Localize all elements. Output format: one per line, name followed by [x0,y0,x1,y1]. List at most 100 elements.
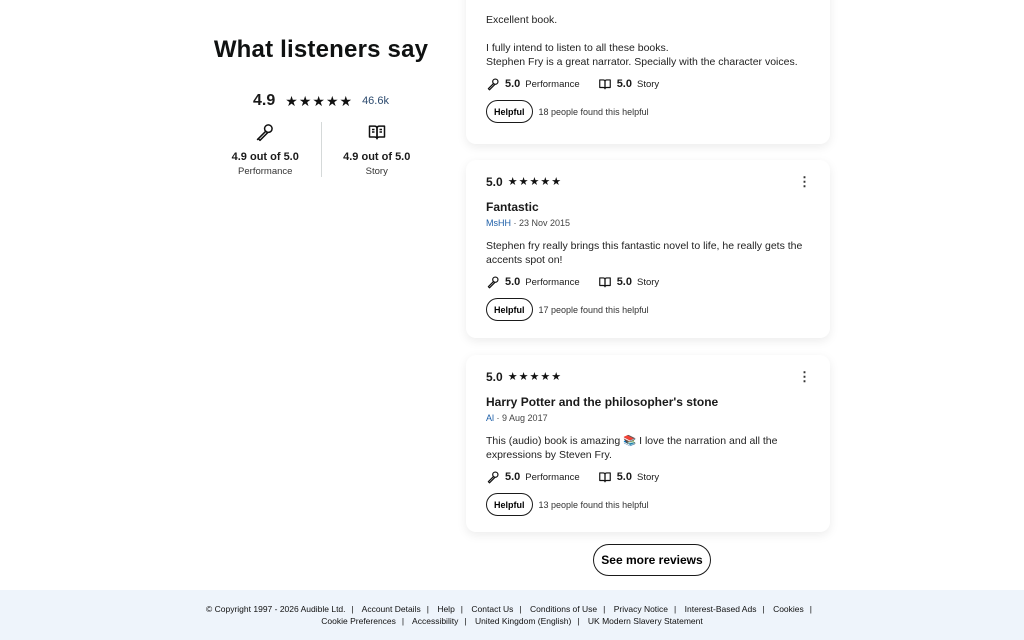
separator: | [464,616,467,626]
review-meta: MsHH · 23 Nov 2015 [486,218,810,228]
story-summary: 4.9 out of 5.0 Story [320,122,433,177]
book-icon [598,472,611,483]
section-heading: What listeners say [213,36,429,63]
review-body: Stephen fry really brings this fantastic… [486,239,810,267]
performance-label: Performance [525,471,580,483]
review-text-line: Stephen fry really brings this fantastic… [486,240,803,252]
performance-label: Performance [525,78,580,90]
helpful-count: 13 people found this helpful [538,499,649,510]
star-icon: ★ [507,175,518,188]
footer-link-cookies[interactable]: Cookies [773,604,804,614]
star-icon: ★ [518,175,529,188]
star-icon: ★ [339,93,353,109]
separator: | [426,604,429,614]
book-icon [322,122,433,147]
footer-link-accessibility[interactable]: Accessibility [412,616,458,626]
review-body: This (audio) book is amazing 📚 I love th… [486,434,810,462]
review-text-line: expressions by Steven Fry. [486,449,612,461]
review-date: · 9 Aug 2017 [496,413,548,423]
performance-summary: 4.9 out of 5.0 Performance [210,122,321,177]
review-stars: ★ ★ ★ ★ ★ [507,175,562,188]
review-rating: 5.0 ★ ★ ★ ★ ★ [486,175,561,189]
helpful-button[interactable]: Helpful [486,493,533,516]
more-options-icon[interactable]: ⋮ [798,174,811,190]
review-text-line: This (audio) book is amazing 📚 I love th… [486,435,778,447]
footer-link-cookie-preferences[interactable]: Cookie Preferences [321,616,396,626]
review-text-line: Stephen Fry is a great narrator. Special… [486,56,798,68]
star-icon: ★ [507,370,518,383]
helpful-button[interactable]: Helpful [486,298,533,321]
review-header: 5.0 ★ ★ ★ ★ ★ ⋮ [486,369,811,385]
footer-links-row-1: © Copyright 1997 - 2026 Audible Ltd. | Ac… [0,603,1024,615]
star-icon: ★ [529,370,540,383]
helpful-button[interactable]: Helpful [486,100,533,123]
star-icon: ★ [298,93,312,109]
story-score: 5.0 [616,78,632,90]
story-label: Story [365,166,388,177]
footer-link-conditions-of-use[interactable]: Conditions of Use [530,604,597,614]
separator: | [460,604,464,614]
overall-rating: 4.9 ★ ★ ★ ★ ★ 46.6k [210,92,432,110]
separator: | [351,604,354,614]
performance-value: 4.9 out of 5.0 [231,151,299,163]
star-icon: ★ [518,370,529,383]
review-stars: ★ ★ ★ ★ ★ [507,370,562,383]
performance-score: 5.0 [505,471,521,483]
helpful-row: Helpful 17 people found this helpful [486,298,810,321]
review-score: 5.0 [486,175,503,189]
ratings-summary: What listeners say 4.9 ★ ★ ★ ★ ★ 46.6k 4… [210,36,432,177]
review-header: 5.0 ★ ★ ★ ★ ★ ⋮ [486,174,811,190]
separator: | [603,604,606,614]
see-more-reviews-button[interactable]: See more reviews [593,544,711,576]
performance-label: Performance [525,276,580,288]
review-text-line: Excellent book. [486,14,558,26]
review-body: Excellent book. I fully intend to listen… [486,13,810,69]
rating-count: 46.6k [362,95,389,107]
microphone-icon [487,78,499,91]
performance-score: 5.0 [505,276,521,288]
footer-links-row-2: Cookie Preferences | Accessibility | Unite… [0,615,1024,627]
review-rating: 5.0 ★ ★ ★ ★ ★ [486,370,561,384]
review-title: Harry Potter and the philosopher's stone [486,395,719,409]
review-score: 5.0 [486,370,503,384]
star-icon: ★ [551,175,562,188]
performance-score: 5.0 [505,78,521,90]
performance-rating: 5.0 Performance [486,275,580,289]
star-icon: ★ [325,93,339,109]
footer-link-account-details[interactable]: Account Details [362,604,421,614]
story-score: 5.0 [616,276,632,288]
helpful-row: Helpful 13 people found this helpful [486,493,810,516]
separator: | [762,604,765,614]
helpful-count: 17 people found this helpful [538,304,649,315]
microphone-icon [487,276,499,289]
footer-link-contact-us[interactable]: Contact Us [471,604,513,614]
book-icon [598,79,611,90]
footer-link-locale[interactable]: United Kingdom (English) [475,616,571,626]
review-author[interactable]: Al [486,413,494,423]
story-score: 5.0 [616,471,632,483]
more-options-icon[interactable]: ⋮ [798,369,811,385]
footer-link-interest-based-ads[interactable]: Interest-Based Ads [685,604,757,614]
helpful-row: Helpful 18 people found this helpful [486,100,810,123]
microphone-icon [487,471,499,484]
star-icon: ★ [529,175,540,188]
story-value: 4.9 out of 5.0 [343,151,411,163]
review-author[interactable]: MsHH [486,218,511,228]
overall-stars: ★ ★ ★ ★ ★ [285,94,352,108]
story-rating: 5.0 Story [598,470,659,484]
page-footer: © Copyright 1997 - 2026 Audible Ltd. | Ac… [0,590,1024,640]
separator: | [519,604,522,614]
footer-link-privacy-notice[interactable]: Privacy Notice [614,604,668,614]
footer-link-modern-slavery-statement[interactable]: UK Modern Slavery Statement [588,616,703,626]
overall-score: 4.9 [253,92,276,109]
star-icon: ★ [551,370,562,383]
performance-rating: 5.0 Performance [486,77,580,91]
separator: | [577,616,580,626]
footer-link-help[interactable]: Help [437,604,454,614]
separator: | [401,616,405,626]
story-label: Story [636,276,660,288]
review-meta: Al · 9 Aug 2017 [486,413,810,423]
star-icon: ★ [312,93,325,109]
review-sub-ratings: 5.0 Performance 5.0 Story [486,275,810,289]
review-card: Excellent book. I fully intend to listen… [466,0,830,144]
